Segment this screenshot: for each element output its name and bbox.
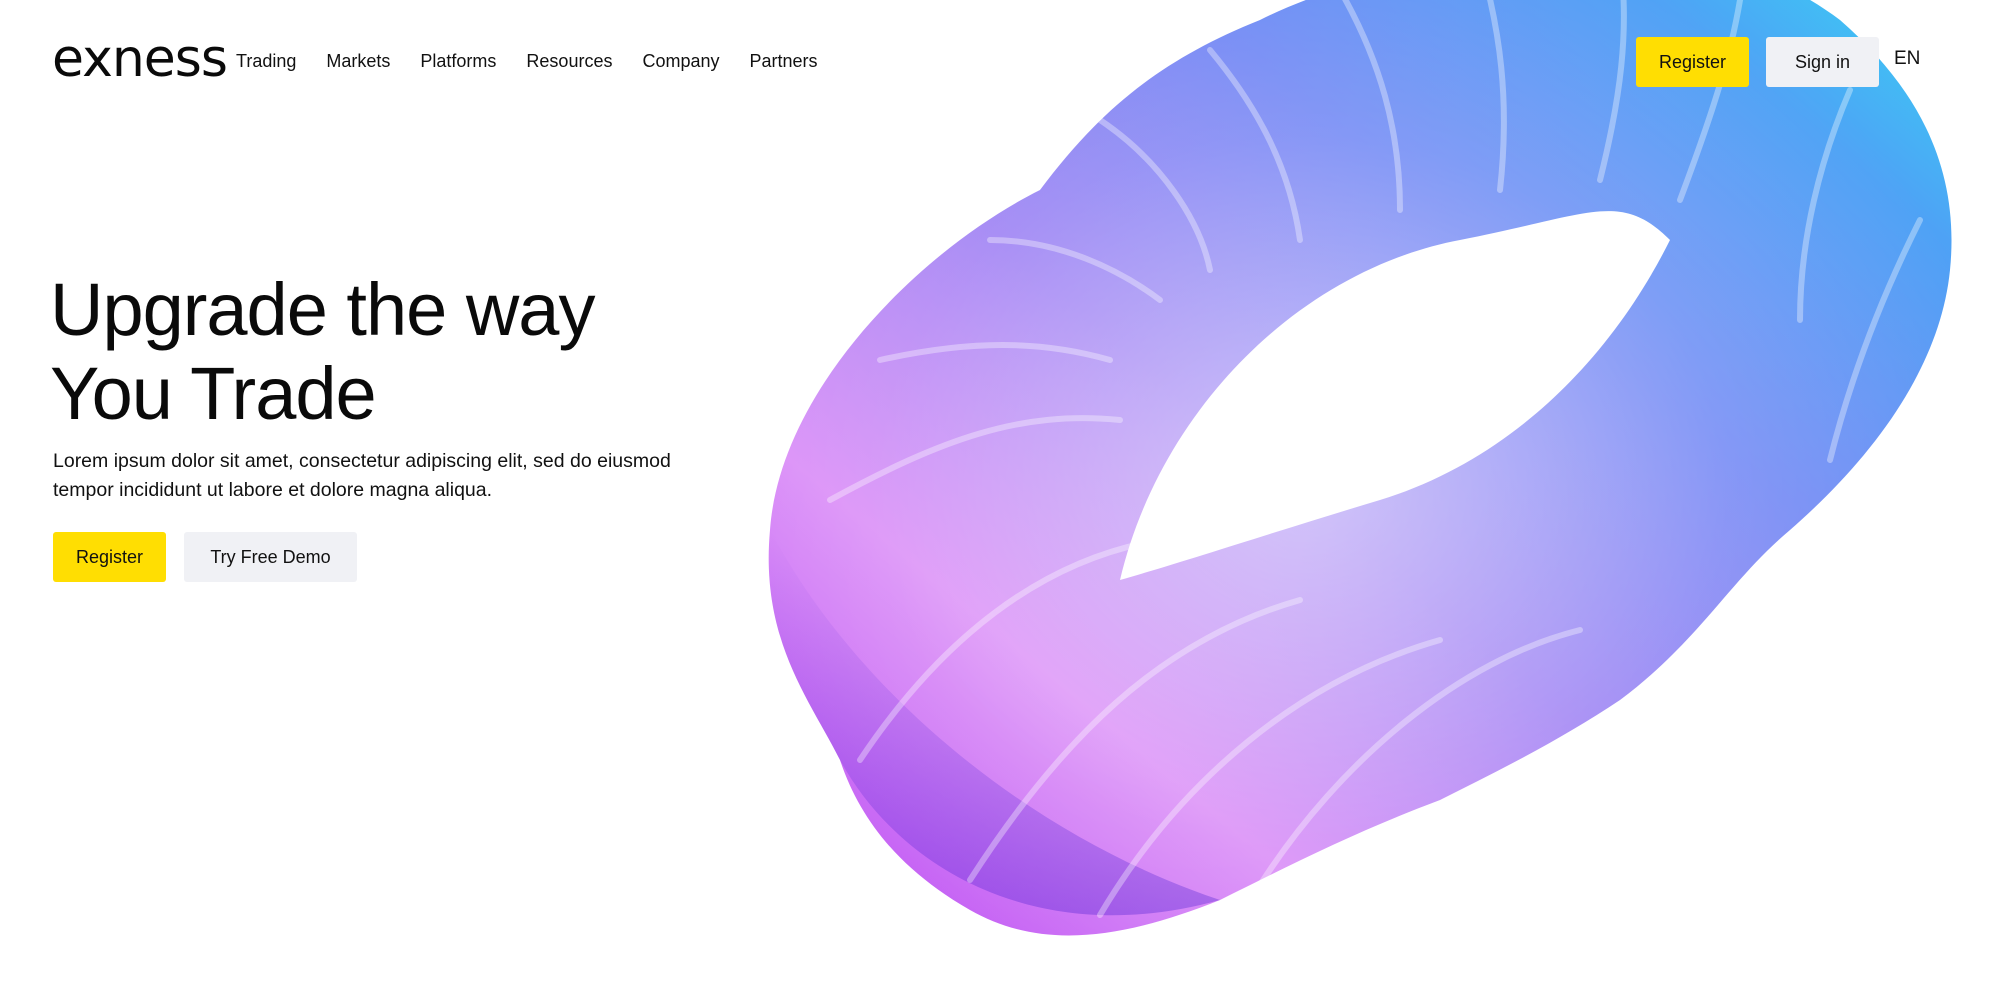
hero-subtitle-line-2: tempor incididunt ut labore et dolore ma… bbox=[53, 479, 493, 501]
hero-title-line-1: Upgrade the way bbox=[50, 268, 595, 351]
landing-page: exness Trading Markets Platforms Resourc… bbox=[0, 0, 2000, 1000]
header-register-button[interactable]: Register bbox=[1636, 37, 1749, 87]
language-selector[interactable]: EN bbox=[1894, 48, 1920, 70]
site-header: exness Trading Markets Platforms Resourc… bbox=[0, 0, 2000, 122]
hero-register-button[interactable]: Register bbox=[53, 532, 166, 582]
hero-title-line-2: You Trade bbox=[50, 352, 377, 435]
hero-subtitle: Lorem ipsum dolor sit amet, consectetur … bbox=[53, 447, 753, 505]
hero-title: Upgrade the way You Trade bbox=[50, 268, 595, 436]
hero-subtitle-line-1: Lorem ipsum dolor sit amet, consectetur … bbox=[53, 450, 671, 472]
header-actions: Register Sign in EN bbox=[0, 37, 2000, 87]
header-signin-button[interactable]: Sign in bbox=[1766, 37, 1879, 87]
hero-torus-illustration bbox=[768, 0, 1952, 936]
try-free-demo-button[interactable]: Try Free Demo bbox=[184, 532, 357, 582]
